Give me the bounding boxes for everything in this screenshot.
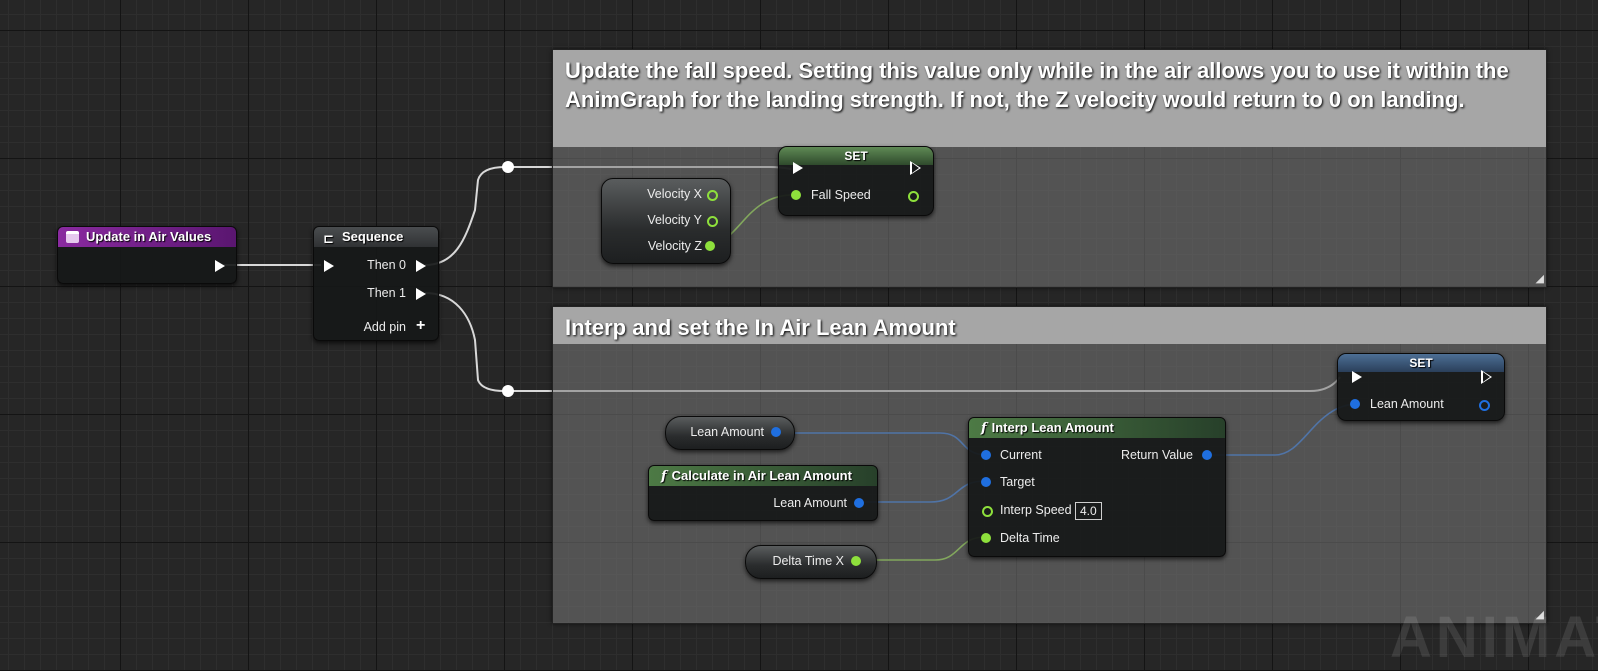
- then1-label: Then 1: [367, 286, 406, 300]
- velocity-x-pin[interactable]: [707, 190, 718, 201]
- velocity-z-row: Velocity Z: [602, 239, 730, 255]
- comment-title-lean-amount[interactable]: Interp and set the In Air Lean Amount: [553, 307, 1546, 344]
- calc-node-header: f Calculate in Air Lean Amount: [649, 466, 877, 486]
- fall-speed-label: Fall Speed: [811, 188, 871, 202]
- event-icon: [66, 231, 79, 243]
- sequence-node[interactable]: ⊏ Sequence Then 0 Then 1 Add pin +: [313, 226, 439, 341]
- fall-speed-in-pin[interactable]: [791, 190, 801, 200]
- set-fall-speed-exec-in[interactable]: [793, 162, 803, 174]
- return-value-pin[interactable]: [1202, 450, 1212, 460]
- then1-row: Then 1: [314, 286, 438, 302]
- set-lean-title: SET: [1409, 356, 1433, 370]
- fall-speed-row: Fall Speed: [779, 188, 933, 204]
- current-label: Current: [1000, 448, 1042, 462]
- velocity-x-row: Velocity X: [602, 187, 730, 203]
- interp-speed-label: Interp Speed: [1000, 503, 1072, 517]
- interp-lean-amount-node[interactable]: f Interp Lean Amount Current Return Value…: [968, 417, 1226, 557]
- calculate-in-air-lean-amount-node[interactable]: f Calculate in Air Lean Amount Lean Amoun…: [648, 465, 878, 521]
- function-icon: f: [661, 469, 667, 484]
- delta-time-x-pin[interactable]: [851, 556, 861, 566]
- set-fall-speed-node[interactable]: SET Fall Speed: [778, 146, 934, 216]
- set-fall-speed-title: SET: [844, 149, 868, 163]
- then0-pin[interactable]: [416, 260, 426, 272]
- event-node-title: Update in Air Values: [86, 229, 212, 244]
- fall-speed-out-pin[interactable]: [908, 191, 919, 202]
- delta-time-pin[interactable]: [981, 533, 991, 543]
- set-lean-header: SET: [1338, 354, 1504, 372]
- delta-time-row: Delta Time: [969, 531, 1225, 547]
- sequence-icon: ⊏: [323, 231, 334, 246]
- break-vector-velocity-node[interactable]: Velocity X Velocity Y Velocity Z: [601, 178, 731, 264]
- exec-out-pin[interactable]: [215, 260, 225, 272]
- resize-grip-icon[interactable]: ◢: [1532, 273, 1544, 285]
- calc-output-pin[interactable]: [854, 498, 864, 508]
- target-pin[interactable]: [981, 477, 991, 487]
- delta-time-x-label: Delta Time X: [772, 554, 844, 568]
- then0-label: Then 0: [367, 258, 406, 272]
- velocity-y-pin[interactable]: [707, 216, 718, 227]
- interp-node-header: f Interp Lean Amount: [969, 418, 1225, 438]
- target-label: Target: [1000, 475, 1035, 489]
- add-pin-button[interactable]: Add pin +: [314, 317, 438, 336]
- current-pin[interactable]: [981, 450, 991, 460]
- event-node-update-in-air-values[interactable]: Update in Air Values: [57, 226, 237, 284]
- delta-time-label: Delta Time: [1000, 531, 1060, 545]
- plus-icon[interactable]: +: [416, 317, 425, 335]
- calc-output-label: Lean Amount: [773, 496, 847, 510]
- comment-title-fall-speed[interactable]: Update the fall speed. Setting this valu…: [553, 50, 1546, 147]
- lean-amount-set-row: Lean Amount: [1338, 397, 1504, 413]
- lean-amount-in-pin[interactable]: [1350, 399, 1360, 409]
- reroute-node-bottom: [502, 385, 514, 397]
- watermark-text: ANIMAT: [1390, 605, 1598, 670]
- reroute-node-top: [502, 161, 514, 173]
- sequence-node-header: ⊏ Sequence: [314, 227, 438, 247]
- delta-time-x-row: Delta Time X: [746, 554, 876, 570]
- add-pin-label[interactable]: Add pin: [364, 320, 406, 334]
- lean-amount-getter-label: Lean Amount: [690, 425, 764, 439]
- function-icon: f: [981, 421, 987, 436]
- lean-amount-getter-row: Lean Amount: [666, 425, 794, 441]
- sequence-node-title: Sequence: [342, 229, 404, 244]
- delta-time-x-getter-node[interactable]: Delta Time X: [745, 545, 877, 579]
- target-row: Target: [969, 475, 1225, 491]
- velocity-z-pin[interactable]: [705, 241, 715, 251]
- then0-row: Then 0: [314, 258, 438, 274]
- event-node-header: Update in Air Values: [58, 227, 236, 247]
- current-row: Current Return Value: [969, 448, 1225, 464]
- velocity-z-label: Velocity Z: [647, 239, 702, 253]
- lean-amount-set-label: Lean Amount: [1370, 397, 1444, 411]
- lean-amount-getter-pin[interactable]: [771, 427, 781, 437]
- velocity-y-label: Velocity Y: [647, 213, 702, 227]
- interp-speed-pin[interactable]: [982, 506, 993, 517]
- velocity-x-label: Velocity X: [647, 187, 702, 201]
- then1-pin[interactable]: [416, 288, 426, 300]
- velocity-y-row: Velocity Y: [602, 213, 730, 229]
- interp-speed-input[interactable]: 4.0: [1075, 502, 1102, 520]
- interp-speed-row: Interp Speed 4.0: [969, 502, 1225, 520]
- return-value-label: Return Value: [1120, 448, 1193, 462]
- set-lean-amount-node[interactable]: SET Lean Amount: [1337, 353, 1505, 421]
- lean-amount-out-pin[interactable]: [1479, 400, 1490, 411]
- set-lean-exec-out[interactable]: [1481, 370, 1492, 384]
- calc-node-title: Calculate in Air Lean Amount: [671, 468, 852, 483]
- set-fall-speed-exec-out[interactable]: [910, 161, 921, 175]
- set-lean-exec-in[interactable]: [1352, 371, 1362, 383]
- interp-node-title: Interp Lean Amount: [991, 420, 1114, 435]
- lean-amount-getter-node[interactable]: Lean Amount: [665, 416, 795, 450]
- calc-output-row: Lean Amount: [649, 496, 877, 512]
